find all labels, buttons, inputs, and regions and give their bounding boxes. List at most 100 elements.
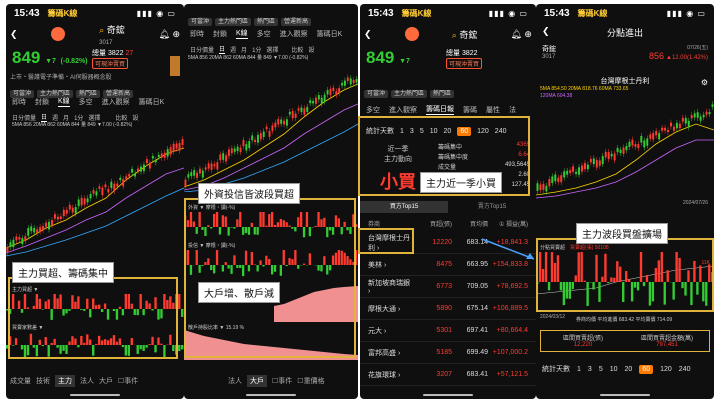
period4-5[interactable]: 5: [599, 366, 603, 373]
candle: [98, 186, 101, 189]
period4-3[interactable]: 3: [588, 366, 592, 373]
bar: [178, 345, 181, 352]
bottom2-institution[interactable]: 法人: [228, 376, 242, 386]
tab-block[interactable]: 封鎖: [35, 97, 49, 107]
candle: [219, 154, 222, 161]
tab-longshort[interactable]: 多空: [79, 97, 93, 107]
chip-main-hot-2[interactable]: 主力熱門區: [215, 18, 252, 26]
candle: [306, 106, 309, 112]
candle: [262, 131, 265, 138]
bell-icon-3[interactable]: 🔔︎ ⊕: [511, 29, 532, 40]
candle: [563, 171, 566, 178]
period4-240[interactable]: 240: [679, 366, 691, 373]
table-row[interactable]: 元大 › 5301 697.41 +80,664.4: [360, 320, 536, 342]
candle: [257, 134, 259, 143]
bottom-tab-volume[interactable]: 成交量: [10, 376, 31, 386]
bottom-tabs-2: 法人 大戶 ☐事件 ☐重價格: [228, 375, 325, 387]
candle: [160, 153, 163, 158]
tab-chip-daily[interactable]: 籌碼日K: [139, 97, 165, 107]
candlestick-chart-2[interactable]: [184, 62, 358, 192]
bottom-tab-tech[interactable]: 技術: [36, 376, 50, 386]
ma-legend-2: 5MA 856 20MA 862 60MA 844 量 849 ▼7.00 (-…: [188, 55, 309, 61]
tab2-watch[interactable]: 進入觀察: [280, 29, 308, 39]
candle: [101, 187, 104, 196]
period4-120[interactable]: 120: [660, 366, 672, 373]
bottom-tab-bighold[interactable]: 大戶: [99, 376, 113, 386]
candle: [68, 204, 71, 210]
chip-new-high-2[interactable]: 營運新高: [281, 18, 312, 26]
candle: [95, 191, 98, 196]
candle: [271, 125, 274, 132]
tab2-block[interactable]: 封鎖: [213, 29, 227, 39]
settings-button[interactable]: 設: [132, 113, 138, 122]
tab3-attr[interactable]: 屬性: [486, 105, 500, 115]
candle: [30, 226, 33, 232]
period2-select[interactable]: 選擇: [266, 45, 278, 54]
table-row[interactable]: 花旗環球 › 3207 683.41 +57,121.5: [360, 364, 536, 386]
back-icon[interactable]: ❮: [10, 29, 18, 40]
candle: [86, 198, 89, 203]
tab3-watch[interactable]: 進入觀察: [389, 105, 417, 115]
bottom2-bighold[interactable]: 大戶: [247, 375, 267, 387]
bottom-tab-institution[interactable]: 法人: [80, 376, 94, 386]
period4-20[interactable]: 20: [625, 366, 633, 373]
tab3-longshort[interactable]: 多空: [366, 105, 380, 115]
candle: [646, 138, 649, 146]
tab-kline[interactable]: K線: [58, 96, 70, 107]
compare-button-2[interactable]: 比較: [291, 45, 303, 54]
candle: [157, 154, 160, 157]
event-checkbox[interactable]: ☐事件: [118, 376, 138, 386]
candle: [634, 144, 637, 147]
period2-day[interactable]: 日: [219, 44, 226, 54]
period2-week[interactable]: 週: [230, 45, 236, 54]
period4-10[interactable]: 10: [610, 366, 618, 373]
event-checkbox-2[interactable]: ☐事件: [272, 376, 292, 386]
tab-watch[interactable]: 進入觀察: [102, 97, 130, 107]
period4-60[interactable]: 60: [639, 364, 654, 374]
annotation-summary: 主力近一季小買: [420, 172, 502, 193]
period-label-4[interactable]: 統計天數: [542, 364, 570, 374]
settings-icon-4[interactable]: ⚙: [701, 78, 708, 87]
chip-hot-2[interactable]: 熱門區: [254, 18, 279, 26]
period2-intraday[interactable]: 日分價量: [190, 45, 214, 54]
chip3-hot[interactable]: 熱門區: [430, 90, 455, 98]
tab3-chip[interactable]: 籌碼: [463, 105, 477, 115]
tab2-kline[interactable]: K線: [236, 28, 248, 39]
candle: [652, 133, 655, 140]
chip3-daytrade[interactable]: 可當沖: [364, 90, 389, 98]
tab-buy-top15[interactable]: 買方Top15: [360, 201, 448, 213]
period2-1min[interactable]: 1分: [252, 45, 261, 54]
candle: [317, 95, 320, 100]
bell-icon[interactable]: 🔔︎ ⊕: [159, 29, 180, 40]
bottom-tab-main[interactable]: 主力: [55, 375, 75, 387]
tab3-chip-daily[interactable]: 籌碼日報: [426, 104, 454, 115]
status-time-3: 15:43: [368, 7, 394, 19]
candle: [92, 190, 95, 194]
chip-daytrade-2[interactable]: 可當沖: [188, 18, 213, 26]
tab2-chip-daily[interactable]: 籌碼日K: [317, 29, 343, 39]
tab-sell-top15[interactable]: 賣方Top15: [448, 201, 536, 213]
chip3-main-hot[interactable]: 主力熱門區: [391, 90, 428, 98]
price-checkbox-2[interactable]: ☐重價格: [297, 376, 324, 386]
status-signal-icon-4: ▮▮▮ ◉ ▭: [666, 8, 706, 18]
broker-name-4: 台灣摩根士丹利: [600, 78, 650, 85]
stock-title-3[interactable]: ⌕ 奇鋐: [452, 28, 478, 41]
candle: [619, 149, 622, 153]
tab-realtime[interactable]: 即時: [12, 97, 26, 107]
candlestick-chart[interactable]: [6, 128, 184, 258]
candle: [323, 94, 326, 102]
candlestick-chart-4[interactable]: [536, 100, 714, 200]
table-row[interactable]: 富邦高盛 › 5185 699.49 +107,000.2: [360, 342, 536, 364]
candle: [664, 127, 667, 131]
tab3-law[interactable]: 法: [509, 105, 516, 115]
period4-1[interactable]: 1: [577, 366, 581, 373]
candle: [631, 139, 634, 146]
tab2-longshort[interactable]: 多空: [257, 29, 271, 39]
period2-month[interactable]: 月: [241, 45, 247, 54]
back-icon-3[interactable]: ❮: [364, 29, 372, 40]
table-row[interactable]: 摩根大通 › 5890 675.14 +106,889.5: [360, 298, 536, 320]
table-row[interactable]: 新加坡商瑞銀 › 6773 709.05 +78,692.5: [360, 276, 536, 298]
settings-button-2[interactable]: 設: [308, 45, 314, 54]
stock-title[interactable]: ⌕ 奇鋐 3017: [99, 23, 125, 46]
tab2-realtime[interactable]: 即時: [190, 29, 204, 39]
